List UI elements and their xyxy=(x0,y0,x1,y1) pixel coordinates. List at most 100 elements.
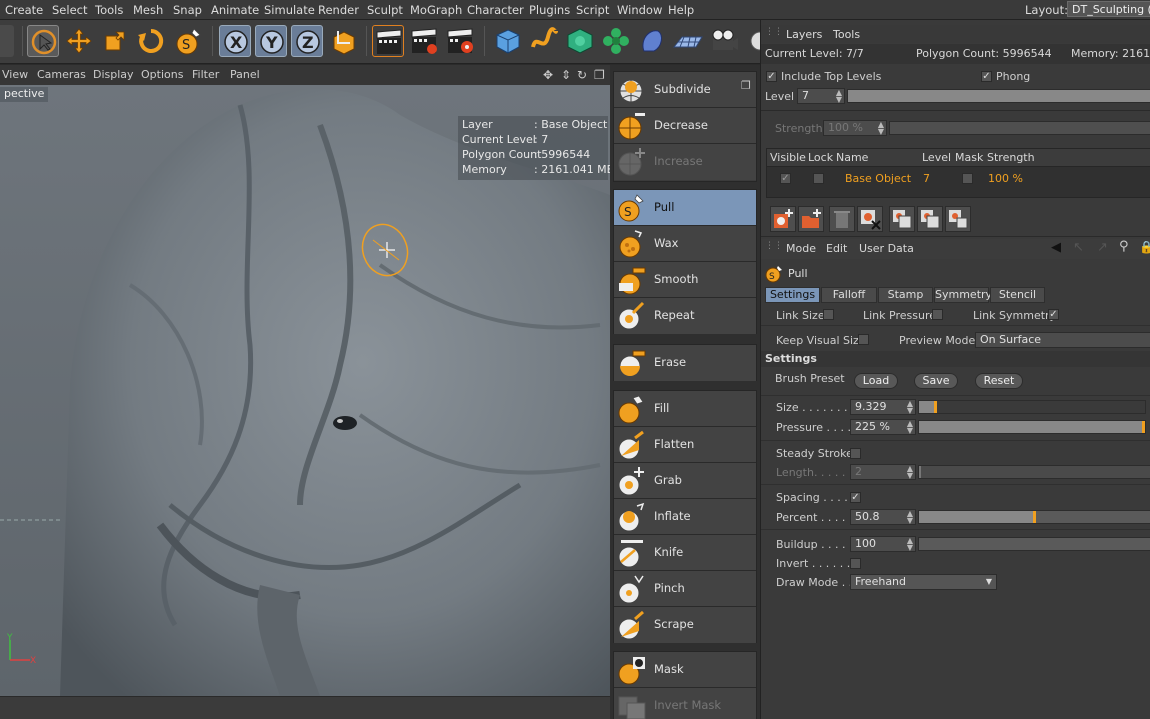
tab-settings[interactable]: Settings xyxy=(765,287,820,303)
menu-help[interactable]: Help xyxy=(668,3,694,17)
erase-brush-button[interactable]: Erase xyxy=(614,345,756,381)
length-field[interactable]: 2 ▲ ▼ xyxy=(850,464,916,480)
size-slider-knob[interactable] xyxy=(934,401,938,413)
pressure-slider[interactable] xyxy=(918,420,1146,434)
percent-slider-knob[interactable] xyxy=(1032,511,1036,523)
back-arrow-icon[interactable]: ◀ xyxy=(1051,240,1061,255)
decrease-button[interactable]: Decrease xyxy=(614,108,756,144)
col-visible[interactable]: Visible xyxy=(770,151,806,164)
cube-icon[interactable] xyxy=(492,25,524,57)
strength-field[interactable]: 100 % ▲ ▼ xyxy=(823,120,887,136)
delete-layer-icon[interactable] xyxy=(829,206,855,232)
menu-select[interactable]: Select xyxy=(52,3,87,17)
flatten-brush-button[interactable]: Flatten xyxy=(614,427,756,463)
add-folder-icon[interactable] xyxy=(798,206,824,232)
bake-layer-icon[interactable] xyxy=(889,206,915,232)
percent-field[interactable]: 50.8 ▲ ▼ xyxy=(850,509,916,525)
col-mask[interactable]: Mask xyxy=(955,151,983,164)
floor-icon[interactable] xyxy=(672,25,704,57)
col-level[interactable]: Level xyxy=(922,151,951,164)
col-strength[interactable]: Strength xyxy=(987,151,1035,164)
render-view-icon[interactable] xyxy=(372,25,404,57)
viewport-menu-filter[interactable]: Filter xyxy=(192,68,219,81)
clear-layer-icon[interactable] xyxy=(857,206,883,232)
menu-render[interactable]: Render xyxy=(318,3,359,17)
menu-script[interactable]: Script xyxy=(576,3,609,17)
steady-stroke-checkbox[interactable] xyxy=(850,448,861,459)
draw-mode-dropdown[interactable]: Freehand ▼ xyxy=(850,574,997,590)
pressure-slider-knob[interactable] xyxy=(1142,421,1145,433)
link-size-checkbox[interactable] xyxy=(823,309,834,320)
paste-layer-icon[interactable] xyxy=(945,206,971,232)
wax-brush-button[interactable]: Wax xyxy=(614,226,756,262)
scale-icon[interactable] xyxy=(99,25,131,57)
menu-sculpt[interactable]: Sculpt xyxy=(367,3,403,17)
include-top-levels-checkbox[interactable]: ✓ xyxy=(766,71,777,82)
preview-mode-dropdown[interactable]: On Surface xyxy=(975,332,1150,348)
length-slider[interactable] xyxy=(918,465,1150,479)
scrape-brush-button[interactable]: Scrape xyxy=(614,607,756,643)
save-preset-button[interactable]: Save xyxy=(914,373,958,389)
array-icon[interactable] xyxy=(600,25,632,57)
attr-menu-edit[interactable]: Edit xyxy=(826,242,847,255)
layer-mask-checkbox[interactable] xyxy=(962,173,973,184)
tab-symmetry[interactable]: Symmetry xyxy=(934,287,992,303)
copy-layer-icon[interactable] xyxy=(917,206,943,232)
repeat-brush-button[interactable]: Repeat xyxy=(614,298,756,334)
viewport-camera-label[interactable]: pective xyxy=(0,87,49,102)
size-field[interactable]: 9.329 ▲ ▼ xyxy=(850,399,916,415)
layer-row[interactable]: ✓ Base Object 7 100 % xyxy=(767,168,1150,190)
subdivision-icon[interactable] xyxy=(564,25,596,57)
viewport-menu-display[interactable]: Display xyxy=(93,68,134,81)
render-settings-icon[interactable] xyxy=(444,25,476,57)
link-pressure-checkbox[interactable] xyxy=(932,309,943,320)
smooth-brush-button[interactable]: Smooth xyxy=(614,262,756,298)
invert-checkbox[interactable] xyxy=(850,558,861,569)
up-arrow-icon[interactable]: ↖ xyxy=(1073,240,1084,255)
render-picture-queue-icon[interactable] xyxy=(408,25,440,57)
menu-simulate[interactable]: Simulate xyxy=(264,3,315,17)
grab-brush-button[interactable]: Grab xyxy=(614,463,756,499)
menu-character[interactable]: Character xyxy=(467,3,524,17)
size-slider[interactable] xyxy=(918,400,1146,414)
deformer-icon[interactable] xyxy=(636,25,668,57)
link-symmetry-checkbox[interactable]: ✓ xyxy=(1048,309,1059,320)
viewport-menu-cameras[interactable]: Cameras xyxy=(37,68,86,81)
menu-tools[interactable]: Tools xyxy=(95,3,123,17)
layout-dropdown[interactable]: DT_Sculpting (U xyxy=(1067,1,1150,17)
forward-arrow-icon[interactable]: ↗ xyxy=(1097,240,1108,255)
layer-name[interactable]: Base Object xyxy=(845,172,911,185)
inflate-brush-button[interactable]: Inflate xyxy=(614,499,756,535)
tab-falloff[interactable]: Falloff xyxy=(821,287,877,303)
keep-visual-size-checkbox[interactable] xyxy=(858,334,869,345)
level-slider[interactable] xyxy=(847,89,1150,103)
lock-icon[interactable]: 🔒 xyxy=(1139,240,1150,254)
toolbar-undo-icon[interactable] xyxy=(0,25,14,57)
pressure-field[interactable]: 225 % ▲ ▼ xyxy=(850,419,916,435)
phong-checkbox[interactable]: ✓ xyxy=(981,71,992,82)
menu-mograph[interactable]: MoGraph xyxy=(410,3,462,17)
rotate-icon[interactable] xyxy=(135,25,167,57)
tab-stencil[interactable]: Stencil xyxy=(990,287,1045,303)
fill-brush-button[interactable]: Fill xyxy=(614,391,756,427)
sculpt-tool-icon[interactable]: S xyxy=(172,25,204,57)
tab-stamp[interactable]: Stamp xyxy=(878,287,933,303)
viewport-menu-panel[interactable]: Panel xyxy=(230,68,260,81)
knife-brush-button[interactable]: Knife xyxy=(614,535,756,571)
buildup-field[interactable]: 100 ▲ ▼ xyxy=(850,536,916,552)
spacing-checkbox[interactable]: ✓ xyxy=(850,492,861,503)
viewport-zoom-icon[interactable]: ⇕ xyxy=(561,68,571,82)
move-icon[interactable] xyxy=(63,25,95,57)
reset-preset-button[interactable]: Reset xyxy=(975,373,1023,389)
attr-menu-mode[interactable]: Mode xyxy=(786,242,816,255)
layer-lock-checkbox[interactable] xyxy=(813,173,824,184)
viewport-rotate-icon[interactable]: ↻ xyxy=(577,68,587,82)
layer-visible-checkbox[interactable]: ✓ xyxy=(780,173,791,184)
menu-window[interactable]: Window xyxy=(617,3,662,17)
pen-spline-icon[interactable] xyxy=(528,25,560,57)
viewport-menu-view[interactable]: View xyxy=(2,68,28,81)
x-axis-icon[interactable]: X xyxy=(219,25,251,57)
invert-mask-button[interactable]: Invert Mask xyxy=(614,688,756,719)
menu-snap[interactable]: Snap xyxy=(173,3,202,17)
percent-slider[interactable] xyxy=(918,510,1150,524)
